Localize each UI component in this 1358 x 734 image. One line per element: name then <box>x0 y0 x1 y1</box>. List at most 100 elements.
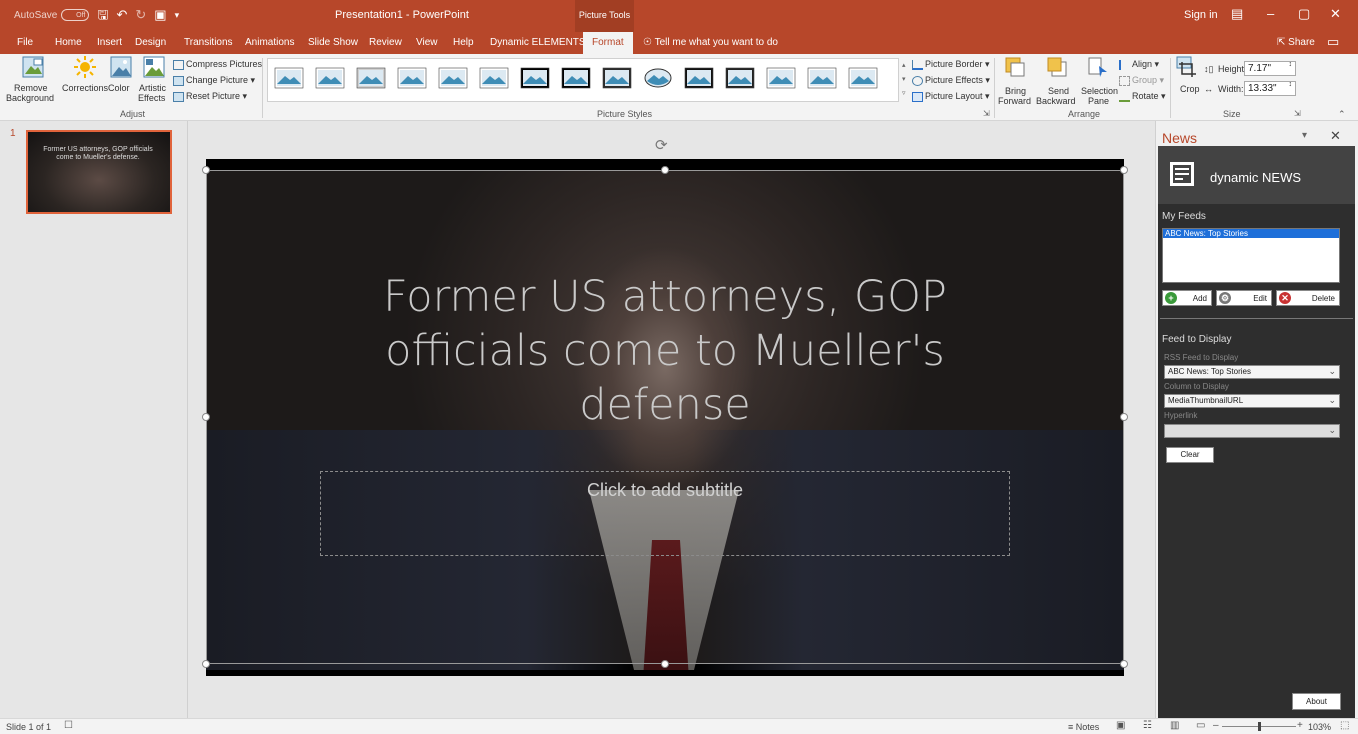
picture-style-thumbnail[interactable] <box>561 67 591 91</box>
restore-icon[interactable]: ▢ <box>1298 6 1310 22</box>
picture-style-thumbnail[interactable] <box>684 67 714 91</box>
slide-show-view-icon[interactable]: ▭ <box>1196 720 1205 731</box>
tab-design[interactable]: Design <box>135 37 166 48</box>
close-icon[interactable]: ✕ <box>1330 6 1341 22</box>
tab-view[interactable]: View <box>416 37 438 48</box>
resize-handle[interactable] <box>202 166 210 174</box>
compress-pictures-button[interactable]: Compress Pictures <box>173 59 262 70</box>
zoom-out-icon[interactable]: – <box>1213 720 1219 731</box>
picture-style-thumbnail[interactable] <box>807 67 837 91</box>
column-select[interactable]: MediaThumbnailURL ⌄ <box>1164 394 1340 408</box>
customize-qat-icon[interactable]: ▾ <box>175 8 180 22</box>
picture-style-thumbnail[interactable] <box>520 67 550 91</box>
slide-canvas[interactable]: Former US attorneys, GOP officials come … <box>206 159 1124 676</box>
tab-home[interactable]: Home <box>55 37 82 48</box>
subtitle-placeholder[interactable]: Click to add subtitle <box>320 471 1010 556</box>
autosave-switch[interactable]: Off <box>61 9 90 21</box>
tab-file[interactable]: File <box>17 37 33 48</box>
tab-dynamic-elements[interactable]: Dynamic ELEMENTS <box>490 37 586 48</box>
picture-style-thumbnail[interactable] <box>438 67 468 91</box>
picture-style-thumbnail[interactable] <box>356 67 386 91</box>
group-button[interactable]: Group ▾ <box>1119 75 1164 86</box>
picture-style-thumbnail[interactable] <box>725 67 755 91</box>
landscape-icon <box>725 67 755 89</box>
size-dialog-launcher-icon[interactable]: ⇲ <box>1294 109 1301 118</box>
resize-handle[interactable] <box>202 660 210 668</box>
sign-in-link[interactable]: Sign in <box>1184 9 1218 21</box>
newspaper-icon <box>1170 162 1194 186</box>
reset-picture-button[interactable]: Reset Picture ▾ <box>173 91 247 102</box>
autosave-toggle[interactable]: AutoSave Off <box>14 9 90 21</box>
share-button[interactable]: ⇱ Share <box>1277 37 1315 48</box>
picture-border-button[interactable]: Picture Border ▾ <box>912 59 990 70</box>
notes-button[interactable]: ≡ Notes <box>1068 722 1099 732</box>
resize-handle[interactable] <box>1120 166 1128 174</box>
resize-handle[interactable] <box>661 660 669 668</box>
width-input[interactable]: 13.33" ↕ <box>1244 81 1296 96</box>
about-button[interactable]: About <box>1292 693 1341 710</box>
pane-options-icon[interactable]: ▾ <box>1302 130 1307 141</box>
picture-layout-icon <box>912 91 923 102</box>
rotate-handle-icon[interactable]: ⟳ <box>655 136 668 154</box>
chevron-down-icon: ⌄ <box>1328 425 1336 435</box>
minimize-icon[interactable]: – <box>1267 6 1274 21</box>
rotate-button[interactable]: Rotate ▾ <box>1119 91 1166 102</box>
height-spinner-icon[interactable]: ↕ <box>1289 61 1293 68</box>
resize-handle[interactable] <box>1120 413 1128 421</box>
picture-style-thumbnail[interactable] <box>848 67 878 91</box>
align-button[interactable]: Align ▾ <box>1119 59 1159 70</box>
slide-sorter-icon[interactable]: ☷ <box>1143 720 1152 731</box>
width-spinner-icon[interactable]: ↕ <box>1289 81 1293 88</box>
picture-style-thumbnail[interactable] <box>397 67 427 91</box>
height-input[interactable]: 7.17" ↕ <box>1244 61 1296 76</box>
undo-icon[interactable]: ↶ <box>116 8 127 22</box>
tab-animations[interactable]: Animations <box>245 37 294 48</box>
picture-style-thumbnail[interactable] <box>274 67 304 91</box>
picture-style-thumbnail[interactable] <box>643 67 673 91</box>
tell-me-search[interactable]: ☉ Tell me what you want to do <box>643 37 778 48</box>
hyperlink-select[interactable]: ⌄ <box>1164 424 1340 438</box>
edit-feed-button[interactable]: ⚙ Edit <box>1216 290 1272 306</box>
picture-style-thumbnail[interactable] <box>602 67 632 91</box>
slide-thumbnail[interactable]: Former US attorneys, GOP officials come … <box>26 130 172 214</box>
add-feed-button[interactable]: + Add <box>1162 290 1212 306</box>
accessibility-icon[interactable]: ☐ <box>64 720 73 731</box>
normal-view-icon[interactable]: ▣ <box>1116 720 1125 731</box>
tab-transitions[interactable]: Transitions <box>184 37 233 48</box>
resize-handle[interactable] <box>1120 660 1128 668</box>
slide-title[interactable]: Former US attorneys, GOP officials come … <box>326 270 1004 432</box>
delete-feed-button[interactable]: ✕ Delete <box>1276 290 1340 306</box>
pane-close-icon[interactable]: ✕ <box>1330 128 1341 144</box>
save-icon[interactable]: 🖫 <box>97 8 108 22</box>
dialog-launcher-icon[interactable]: ⇲ <box>983 109 990 118</box>
picture-effects-button[interactable]: Picture Effects ▾ <box>912 75 990 86</box>
tab-format[interactable]: Format <box>583 32 633 54</box>
zoom-level[interactable]: 103% <box>1308 722 1331 732</box>
present-from-start-icon[interactable]: ▣ <box>154 8 166 22</box>
resize-handle[interactable] <box>661 166 669 174</box>
tab-review[interactable]: Review <box>369 37 402 48</box>
fit-to-window-icon[interactable]: ⬚ <box>1340 720 1349 731</box>
rss-feed-select[interactable]: ABC News: Top Stories ⌄ <box>1164 365 1340 379</box>
change-picture-button[interactable]: Change Picture ▾ <box>173 75 255 86</box>
feeds-list[interactable]: ABC News: Top Stories <box>1162 228 1340 283</box>
collapse-ribbon-icon[interactable]: ⌃ <box>1338 109 1346 120</box>
tab-insert[interactable]: Insert <box>97 37 122 48</box>
tab-slide-show[interactable]: Slide Show <box>308 37 358 48</box>
zoom-in-icon[interactable]: + <box>1297 720 1303 731</box>
zoom-slider-thumb[interactable] <box>1258 722 1261 731</box>
ribbon-display-icon[interactable]: ▤ <box>1231 6 1243 22</box>
picture-style-thumbnail[interactable] <box>479 67 509 91</box>
resize-handle[interactable] <box>202 413 210 421</box>
comments-icon[interactable]: ▭ <box>1327 34 1339 50</box>
reading-view-icon[interactable]: ▥ <box>1170 720 1179 731</box>
picture-layout-button[interactable]: Picture Layout ▾ <box>912 91 990 102</box>
landscape-icon <box>644 68 672 88</box>
clear-button[interactable]: Clear <box>1166 447 1214 463</box>
gallery-scroll[interactable]: ▴ ▾ ▿ <box>902 59 912 103</box>
redo-icon[interactable]: ↻ <box>135 8 146 22</box>
feeds-list-item[interactable]: ABC News: Top Stories <box>1163 229 1339 238</box>
picture-style-thumbnail[interactable] <box>766 67 796 91</box>
tab-help[interactable]: Help <box>453 37 474 48</box>
picture-style-thumbnail[interactable] <box>315 67 345 91</box>
